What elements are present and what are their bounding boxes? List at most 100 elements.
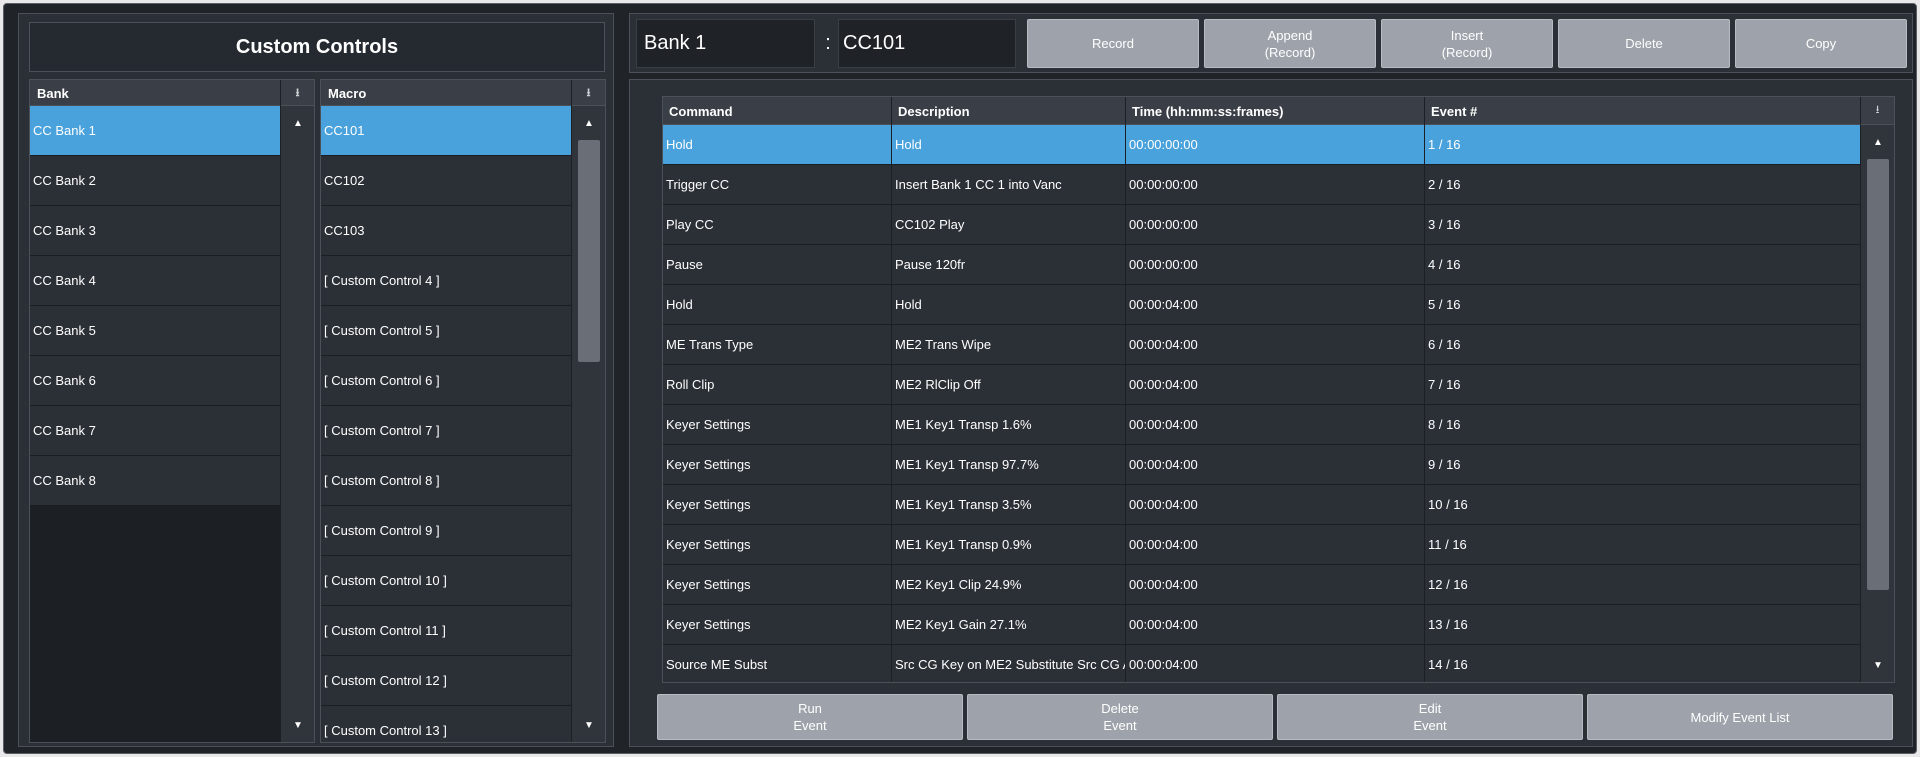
event-row[interactable]: Keyer Settings ME1 Key1 Transp 97.7% 00:00… [663, 445, 1861, 485]
cell-command: Keyer Settings [663, 485, 892, 524]
macro-list-item[interactable]: [ Custom Control 10 ] [321, 556, 573, 606]
list-settings-icon[interactable]: ⭳ [571, 80, 605, 106]
run-event-button[interactable]: Run Event [657, 694, 963, 740]
macro-list-item[interactable]: [ Custom Control 8 ] [321, 456, 573, 506]
macro-column-label: Macro [328, 86, 367, 101]
insert-record-button[interactable]: Insert (Record) [1381, 19, 1553, 68]
cell-command: Keyer Settings [663, 405, 892, 444]
cell-command: ME Trans Type [663, 325, 892, 364]
bank-field[interactable]: Bank 1 [636, 19, 815, 68]
macro-list-item[interactable]: [ Custom Control 6 ] [321, 356, 573, 406]
cell-event-number: 1 / 16 [1425, 125, 1861, 164]
macro-list-item[interactable]: [ Custom Control 13 ] [321, 706, 573, 742]
event-row[interactable]: Trigger CC Insert Bank 1 CC 1 into Vanc 00… [663, 165, 1861, 205]
custom-controls-panel: Custom Controls Bank ⭳ CC Bank 1 CC Bank … [18, 13, 614, 747]
event-row[interactable]: Keyer Settings ME1 Key1 Transp 1.6% 00:00:… [663, 405, 1861, 445]
edit-event-button[interactable]: Edit Event [1277, 694, 1583, 740]
triangle-up-icon[interactable]: ▲ [572, 112, 606, 134]
event-row[interactable]: Hold Hold 00:00:00:00 1 / 16 [663, 125, 1861, 165]
cell-event-number: 11 / 16 [1425, 525, 1861, 564]
column-header-time[interactable]: Time (hh:mm:ss:frames) [1126, 97, 1425, 125]
cell-event-number: 6 / 16 [1425, 325, 1861, 364]
delete-event-button[interactable]: Delete Event [967, 694, 1273, 740]
event-row[interactable]: Pause Pause 120fr 00:00:00:00 4 / 16 [663, 245, 1861, 285]
bank-list-item[interactable]: CC Bank 6 [30, 356, 282, 406]
delete-button[interactable]: Delete [1558, 19, 1730, 68]
bank-list-item[interactable]: CC Bank 4 [30, 256, 282, 306]
event-row[interactable]: ME Trans Type ME2 Trans Wipe 00:00:04:00 6 … [663, 325, 1861, 365]
scroll-thumb[interactable] [578, 140, 600, 362]
list-settings-icon[interactable]: ⭳ [280, 80, 314, 106]
bank-list-item[interactable]: CC Bank 8 [30, 456, 282, 506]
list-settings-icon[interactable]: ⭳ [1860, 97, 1894, 125]
cell-command: Roll Clip [663, 365, 892, 404]
macro-list: Macro ⭳ CC101 CC102 CC103[ Custom Control … [320, 79, 606, 743]
column-header-command[interactable]: Command [663, 97, 892, 125]
macro-scrollbar[interactable]: ▲ ▼ [571, 106, 605, 742]
cell-command: Trigger CC [663, 165, 892, 204]
cell-command: Keyer Settings [663, 525, 892, 564]
bank-list-item[interactable]: CC Bank 2 [30, 156, 282, 206]
bank-list-item[interactable]: CC Bank 5 [30, 306, 282, 356]
cell-command: Hold [663, 125, 892, 164]
event-row[interactable]: Source ME Subst Src CG Key on ME2 Substit… [663, 645, 1861, 682]
macro-list-item[interactable]: [ Custom Control 4 ] [321, 256, 573, 306]
cell-time: 00:00:00:00 [1126, 245, 1425, 284]
cell-event-number: 12 / 16 [1425, 565, 1861, 604]
event-row[interactable]: Keyer Settings ME2 Key1 Gain 27.1% 00:00:0… [663, 605, 1861, 645]
cell-command: Pause [663, 245, 892, 284]
event-row[interactable]: Hold Hold 00:00:04:00 5 / 16 [663, 285, 1861, 325]
macro-list-item[interactable]: CC103 [321, 206, 573, 256]
cell-event-number: 9 / 16 [1425, 445, 1861, 484]
macro-list-header: Macro ⭳ [321, 80, 605, 106]
event-row[interactable]: Keyer Settings ME1 Key1 Transp 3.5% 00:00:… [663, 485, 1861, 525]
event-row[interactable]: Play CC CC102 Play 00:00:00:00 3 / 16 [663, 205, 1861, 245]
append-record-button[interactable]: Append (Record) [1204, 19, 1376, 68]
triangle-down-icon[interactable]: ▼ [572, 714, 606, 736]
bank-list-item[interactable]: CC Bank 1 [30, 106, 282, 156]
triangle-up-icon[interactable]: ▲ [281, 112, 315, 134]
cell-event-number: 13 / 16 [1425, 605, 1861, 644]
bank-list: Bank ⭳ CC Bank 1 CC Bank 2 CC Bank 3 CC Ban… [29, 79, 315, 743]
bank-scrollbar[interactable]: ▲ ▼ [280, 106, 314, 742]
bank-rows: CC Bank 1 CC Bank 2 CC Bank 3 CC Bank 4 CC B… [30, 106, 282, 742]
cell-time: 00:00:04:00 [1126, 285, 1425, 324]
cell-description: ME2 Key1 Clip 24.9% [892, 565, 1126, 604]
macro-list-item[interactable]: [ Custom Control 11 ] [321, 606, 573, 656]
macro-list-item[interactable]: CC102 [321, 156, 573, 206]
macro-list-item[interactable]: [ Custom Control 7 ] [321, 406, 573, 456]
column-header-description[interactable]: Description [892, 97, 1126, 125]
cell-description: Hold [892, 285, 1126, 324]
event-scrollbar[interactable]: ▲ ▼ [1860, 125, 1894, 682]
triangle-down-icon[interactable]: ▼ [281, 714, 315, 736]
cell-event-number: 3 / 16 [1425, 205, 1861, 244]
record-button[interactable]: Record [1027, 19, 1199, 68]
event-table: Command Description Time (hh:mm:ss:frames)… [662, 96, 1895, 683]
scroll-thumb[interactable] [1867, 159, 1889, 590]
event-row[interactable]: Keyer Settings ME1 Key1 Transp 0.9% 00:00:… [663, 525, 1861, 565]
cell-description: Pause 120fr [892, 245, 1126, 284]
cell-time: 00:00:04:00 [1126, 605, 1425, 644]
cell-command: Source ME Subst [663, 645, 892, 682]
cell-description: ME1 Key1 Transp 1.6% [892, 405, 1126, 444]
bank-list-item[interactable]: CC Bank 7 [30, 406, 282, 456]
column-header-event-number[interactable]: Event # [1425, 97, 1861, 125]
triangle-down-icon[interactable]: ▼ [1861, 654, 1895, 676]
macro-list-item[interactable]: [ Custom Control 5 ] [321, 306, 573, 356]
macro-name-field[interactable]: CC101 [838, 19, 1016, 68]
event-row[interactable]: Keyer Settings ME2 Key1 Clip 24.9% 00:00:0… [663, 565, 1861, 605]
event-table-body: Hold Hold 00:00:00:00 1 / 16 Trigger CC Inser… [663, 125, 1861, 682]
cell-time: 00:00:04:00 [1126, 445, 1425, 484]
modify-event-list-button[interactable]: Modify Event List [1587, 694, 1893, 740]
copy-button[interactable]: Copy [1735, 19, 1907, 68]
bank-list-item[interactable]: CC Bank 3 [30, 206, 282, 256]
cell-event-number: 7 / 16 [1425, 365, 1861, 404]
macro-list-item[interactable]: CC101 [321, 106, 573, 156]
cell-event-number: 8 / 16 [1425, 405, 1861, 444]
cell-time: 00:00:00:00 [1126, 205, 1425, 244]
event-row[interactable]: Roll Clip ME2 RlClip Off 00:00:04:00 7 / 16 [663, 365, 1861, 405]
macro-list-item[interactable]: [ Custom Control 12 ] [321, 656, 573, 706]
triangle-up-icon[interactable]: ▲ [1861, 131, 1895, 153]
cell-time: 00:00:00:00 [1126, 165, 1425, 204]
macro-list-item[interactable]: [ Custom Control 9 ] [321, 506, 573, 556]
